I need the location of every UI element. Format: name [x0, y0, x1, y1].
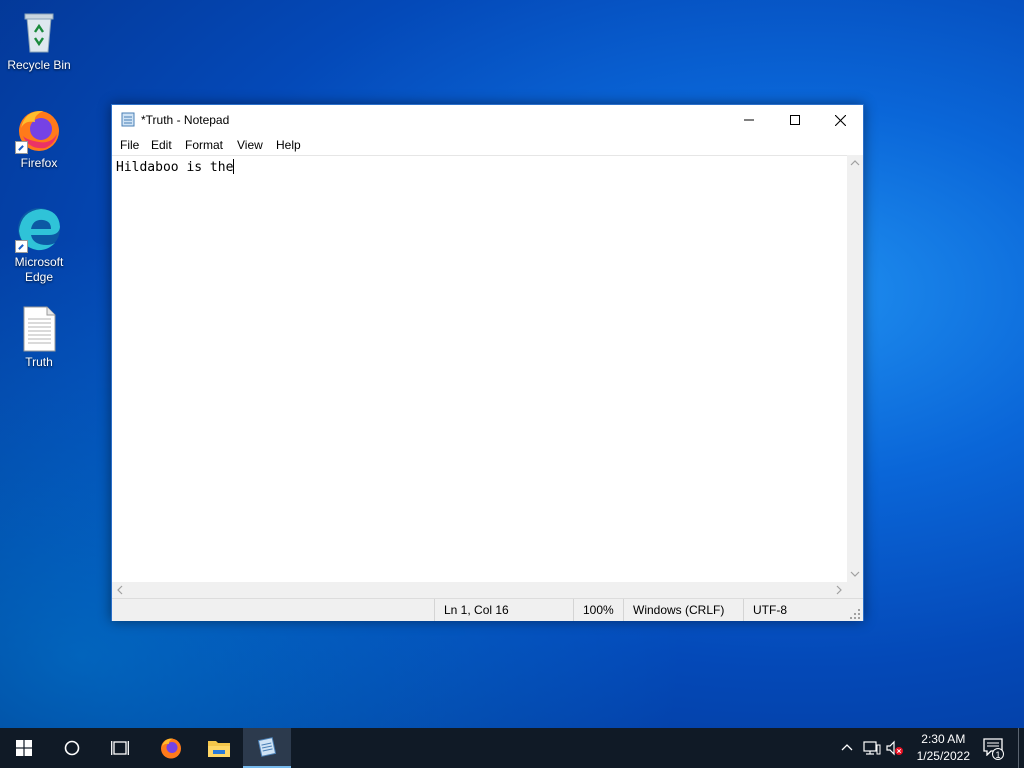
taskbar-firefox[interactable]	[147, 728, 195, 768]
clock-time: 2:30 AM	[921, 732, 966, 746]
horizontal-scrollbar[interactable]	[112, 582, 847, 598]
scrollbar-corner	[847, 582, 863, 598]
minimize-button[interactable]	[726, 105, 772, 135]
text-file-icon	[15, 305, 63, 353]
scroll-down-icon[interactable]	[847, 566, 863, 582]
status-zoom-text: 100%	[583, 603, 614, 617]
title-bar[interactable]: *Truth - Notepad	[112, 105, 863, 135]
desktop-icon-firefox[interactable]: Firefox	[4, 106, 74, 171]
desktop-icon-recycle-bin[interactable]: Recycle Bin	[4, 8, 74, 73]
search-button[interactable]	[48, 728, 96, 768]
status-line-ending-text: Windows (CRLF)	[633, 603, 725, 617]
desktop-icon-label: Truth	[25, 355, 53, 369]
notepad-icon	[121, 112, 135, 127]
status-line-ending: Windows (CRLF)	[623, 599, 744, 621]
status-bar: Ln 1, Col 16 100% Windows (CRLF) UTF-8	[112, 598, 863, 621]
close-icon	[834, 114, 846, 126]
firefox-icon	[161, 738, 181, 759]
menu-format[interactable]: Format	[185, 138, 223, 152]
text-caret	[233, 159, 235, 174]
network-icon[interactable]	[863, 740, 881, 756]
scroll-right-icon[interactable]	[831, 582, 847, 598]
notification-badge: 1	[992, 748, 1004, 760]
resize-grip-icon[interactable]	[849, 608, 861, 620]
folder-icon	[208, 741, 230, 757]
status-encoding: UTF-8	[743, 599, 848, 621]
action-center-button[interactable]: 1	[980, 736, 1004, 760]
menu-view[interactable]: View	[237, 138, 263, 152]
clock-date: 1/25/2022	[916, 749, 970, 763]
close-button[interactable]	[817, 105, 863, 135]
volume-muted-icon[interactable]	[886, 740, 904, 756]
desktop-icon-label: Firefox	[20, 156, 58, 170]
edge-icon	[15, 205, 63, 253]
task-view-button[interactable]	[96, 728, 144, 768]
maximize-icon	[790, 115, 800, 125]
status-encoding-text: UTF-8	[753, 603, 787, 617]
desktop-icon-truth[interactable]: Truth	[4, 305, 74, 370]
taskbar-notepad[interactable]	[243, 728, 291, 768]
shortcut-arrow-icon	[15, 141, 28, 154]
recycle-bin-icon	[15, 8, 63, 56]
taskbar-file-explorer[interactable]	[195, 728, 243, 768]
taskbar: 2:30 AM 1/25/2022 1	[0, 728, 1024, 768]
notepad-window[interactable]: *Truth - Notepad File Edit Format View H…	[111, 104, 864, 621]
task-view-icon	[111, 741, 129, 755]
firefox-icon	[15, 106, 63, 154]
vertical-scrollbar[interactable]	[847, 155, 863, 582]
minimize-icon	[744, 119, 754, 121]
maximize-button[interactable]	[772, 105, 818, 135]
menu-bar: File Edit Format View Help	[112, 135, 863, 155]
editor-content: Hildaboo is the	[116, 160, 234, 175]
show-desktop-button[interactable]	[1018, 728, 1019, 768]
menu-file[interactable]: File	[120, 138, 139, 152]
desktop-icon-label: Recycle Bin	[7, 58, 71, 72]
desktop-icon-label: Microsoft Edge	[14, 255, 64, 284]
status-position-text: Ln 1, Col 16	[444, 603, 509, 617]
menu-help[interactable]: Help	[276, 138, 301, 152]
status-cursor-position: Ln 1, Col 16	[434, 599, 574, 621]
notepad-icon	[257, 737, 277, 757]
chevron-up-icon[interactable]	[840, 740, 854, 754]
desktop-icon-microsoft-edge[interactable]: Microsoft Edge	[4, 205, 74, 285]
system-clock[interactable]: 2:30 AM 1/25/2022	[917, 731, 970, 765]
menu-edit[interactable]: Edit	[151, 138, 172, 152]
status-zoom: 100%	[573, 599, 624, 621]
scroll-up-icon[interactable]	[847, 155, 863, 171]
scroll-left-icon[interactable]	[112, 582, 128, 598]
shortcut-arrow-icon	[15, 240, 28, 253]
windows-logo-icon	[16, 740, 32, 756]
text-editor-area[interactable]: Hildaboo is the	[112, 155, 847, 583]
start-button[interactable]	[0, 728, 48, 768]
window-title: *Truth - Notepad	[141, 113, 230, 127]
cortana-circle-icon	[64, 740, 80, 756]
editor-text: Hildaboo is the	[116, 159, 235, 175]
